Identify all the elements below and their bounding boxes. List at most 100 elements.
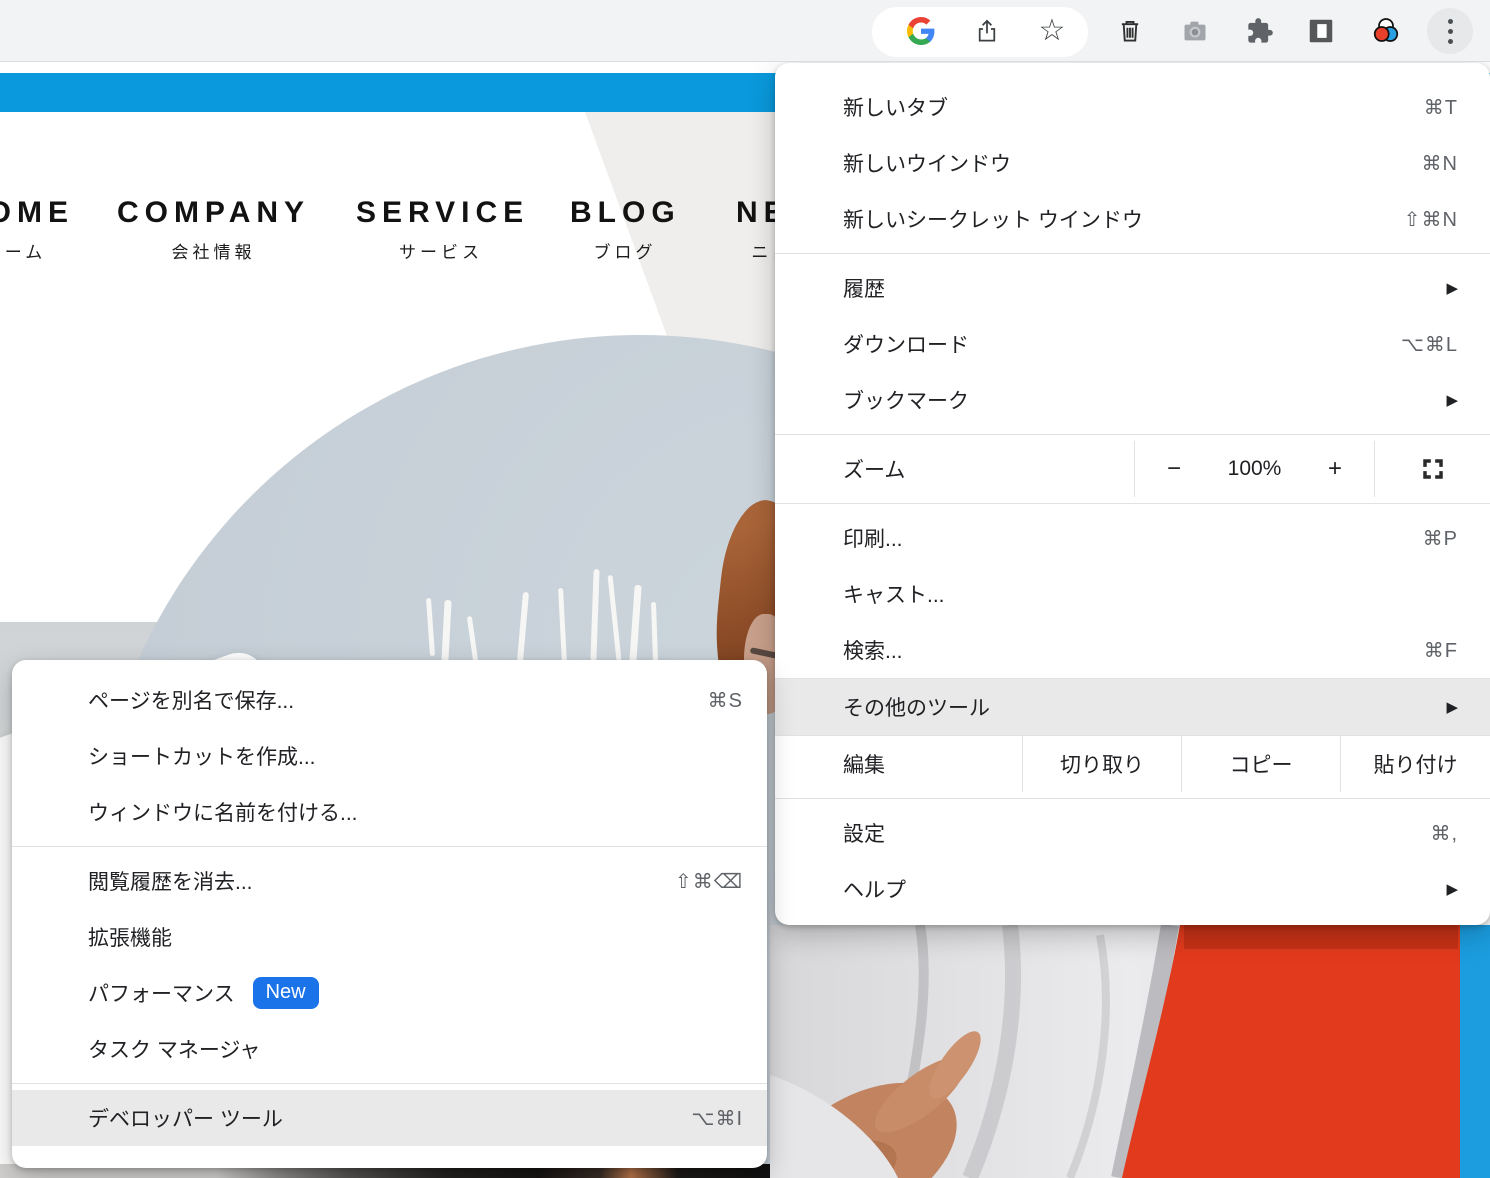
- new-badge: New: [253, 977, 319, 1009]
- dot: [1448, 19, 1453, 24]
- menu-item-label: 新しいタブ: [843, 92, 948, 122]
- menu-item-label: 拡張機能: [88, 922, 172, 952]
- menu-item-performance[interactable]: パフォーマンス New: [12, 965, 767, 1021]
- shortcut-label: ⌥⌘I: [691, 1106, 743, 1131]
- nav-label-ja: 会社情報: [116, 238, 311, 263]
- menu-item-label: デベロッパー ツール: [88, 1103, 283, 1133]
- menu-separator: [775, 798, 1490, 799]
- menu-separator: [775, 253, 1490, 254]
- menu-item-label: 新しいウインドウ: [843, 148, 1011, 178]
- menu-item-label: ブックマーク: [843, 385, 969, 415]
- color-circles-icon[interactable]: [1371, 16, 1401, 46]
- zoom-label: ズーム: [775, 441, 1134, 497]
- photo-blue-stripe: [1460, 925, 1490, 1178]
- menu-item-label: 新しいシークレット ウインドウ: [843, 204, 1143, 234]
- nav-item-home[interactable]: HOME ホーム: [0, 196, 70, 263]
- submenu-arrow-icon: ▶: [1446, 391, 1458, 409]
- menu-separator: [775, 503, 1490, 504]
- menu-item-downloads[interactable]: ダウンロード ⌥⌘L: [775, 316, 1490, 372]
- nav-label-ja: ブログ: [570, 238, 680, 263]
- screen: HOME ホーム COMPANY 会社情報 SERVICE サービス BLOG …: [0, 0, 1490, 1178]
- menu-item-settings[interactable]: 設定 ⌘,: [775, 805, 1490, 861]
- nav-label-ja: ホーム: [0, 238, 70, 263]
- submenu-arrow-icon: ▶: [1446, 880, 1458, 898]
- zoom-out-button[interactable]: −: [1167, 455, 1181, 483]
- dot: [1448, 39, 1453, 44]
- side-panel-icon[interactable]: [1306, 16, 1336, 46]
- menu-item-new-incognito-window[interactable]: 新しいシークレット ウインドウ ⇧⌘N: [775, 191, 1490, 247]
- photo-red-background: [1122, 925, 1460, 1178]
- menu-item-label: 閲覧履歴を消去...: [88, 866, 253, 896]
- copy-button[interactable]: コピー: [1181, 736, 1340, 792]
- menu-item-cast[interactable]: キャスト...: [775, 566, 1490, 622]
- menu-item-new-tab[interactable]: 新しいタブ ⌘T: [775, 79, 1490, 135]
- menu-item-label: ウィンドウに名前を付ける...: [88, 797, 358, 827]
- edit-label: 編集: [775, 736, 1022, 792]
- menu-item-find[interactable]: 検索... ⌘F: [775, 622, 1490, 678]
- google-logo-icon[interactable]: [906, 16, 936, 46]
- bookmark-star-icon[interactable]: ☆: [1037, 16, 1067, 46]
- star-glyph: ☆: [1039, 16, 1066, 46]
- menu-item-new-window[interactable]: 新しいウインドウ ⌘N: [775, 135, 1490, 191]
- menu-item-label: ショートカットを作成...: [88, 741, 316, 771]
- shortcut-label: ⌘S: [708, 688, 743, 713]
- nav-label-en: COMPANY: [116, 196, 311, 230]
- menu-item-label: 設定: [843, 818, 885, 848]
- cut-button[interactable]: 切り取り: [1022, 736, 1181, 792]
- menu-item-edit: 編集 切り取り コピー 貼り付け: [775, 736, 1490, 792]
- menu-item-label: 履歴: [843, 273, 885, 303]
- submenu-arrow-icon: ▶: [1446, 279, 1458, 297]
- menu-item-label: その他のツール: [843, 692, 990, 722]
- menu-item-name-window[interactable]: ウィンドウに名前を付ける...: [12, 784, 767, 840]
- menu-item-label: 検索...: [843, 635, 903, 665]
- shortcut-label: ⌘N: [1422, 151, 1458, 176]
- menu-item-clear-browsing-data[interactable]: 閲覧履歴を消去... ⇧⌘⌫: [12, 853, 767, 909]
- shortcut-label: ⌘T: [1424, 95, 1458, 120]
- menu-item-task-manager[interactable]: タスク マネージャ: [12, 1021, 767, 1077]
- menu-item-print[interactable]: 印刷... ⌘P: [775, 510, 1490, 566]
- trash-icon[interactable]: [1115, 16, 1145, 46]
- nav-item-blog[interactable]: BLOG ブログ: [570, 196, 680, 263]
- nav-label-ja: サービス: [356, 238, 526, 263]
- menu-separator: [12, 1083, 767, 1084]
- shortcut-label: ⌥⌘L: [1401, 332, 1458, 357]
- menu-item-history[interactable]: 履歴 ▶: [775, 260, 1490, 316]
- fullscreen-icon: [1420, 456, 1446, 482]
- hero-photo: [770, 925, 1490, 1178]
- more-tools-submenu: ページを別名で保存... ⌘S ショートカットを作成... ウィンドウに名前を付…: [12, 660, 767, 1168]
- shortcut-label: ⇧⌘N: [1404, 207, 1458, 232]
- fullscreen-button[interactable]: [1375, 441, 1490, 497]
- menu-item-bookmarks[interactable]: ブックマーク ▶: [775, 372, 1490, 428]
- menu-item-developer-tools[interactable]: デベロッパー ツール ⌥⌘I: [12, 1090, 767, 1146]
- menu-item-label: ダウンロード: [843, 329, 969, 359]
- shortcut-label: ⌘F: [1424, 638, 1458, 663]
- paste-button[interactable]: 貼り付け: [1340, 736, 1490, 792]
- camera-icon[interactable]: [1180, 16, 1210, 46]
- menu-item-label: パフォーマンス: [88, 978, 235, 1008]
- submenu-arrow-icon: ▶: [1446, 698, 1458, 716]
- menu-item-help[interactable]: ヘルプ ▶: [775, 861, 1490, 917]
- zoom-value: 100%: [1228, 457, 1282, 481]
- site-navigation: HOME ホーム COMPANY 会社情報 SERVICE サービス BLOG …: [0, 196, 900, 316]
- menu-item-save-page-as[interactable]: ページを別名で保存... ⌘S: [12, 672, 767, 728]
- menu-item-label: タスク マネージャ: [88, 1034, 260, 1064]
- shortcut-label: ⌘P: [1423, 526, 1458, 551]
- browser-menu-button[interactable]: [1427, 8, 1473, 54]
- nav-item-company[interactable]: COMPANY 会社情報: [116, 196, 311, 263]
- zoom-controls: − 100% +: [1134, 441, 1375, 497]
- menu-separator: [12, 846, 767, 847]
- menu-item-more-tools[interactable]: その他のツール ▶: [775, 679, 1490, 735]
- menu-item-label: キャスト...: [843, 579, 945, 609]
- shortcut-label: ⌘,: [1430, 821, 1458, 846]
- menu-item-zoom: ズーム − 100% +: [775, 441, 1490, 497]
- browser-toolbar: ☆: [0, 0, 1490, 62]
- menu-item-extensions[interactable]: 拡張機能: [12, 909, 767, 965]
- menu-item-label: ヘルプ: [843, 874, 906, 904]
- share-icon[interactable]: [972, 16, 1002, 46]
- zoom-in-button[interactable]: +: [1328, 455, 1342, 483]
- nav-label-en: BLOG: [570, 196, 680, 230]
- menu-item-create-shortcut[interactable]: ショートカットを作成...: [12, 728, 767, 784]
- extensions-puzzle-icon[interactable]: [1245, 16, 1275, 46]
- nav-label-en: SERVICE: [356, 196, 526, 230]
- nav-item-service[interactable]: SERVICE サービス: [356, 196, 526, 263]
